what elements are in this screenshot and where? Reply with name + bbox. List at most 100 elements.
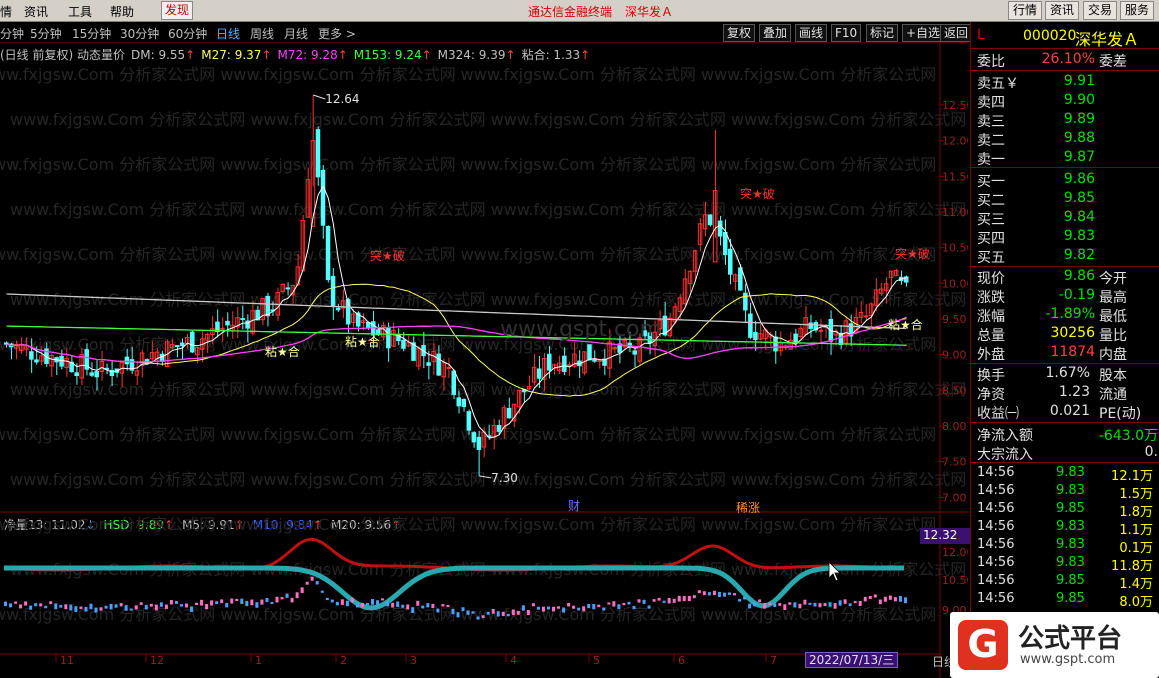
sub-bar: [501, 611, 505, 617]
top-button-quote[interactable]: 行情: [1008, 1, 1043, 20]
candlestick-chart[interactable]: www.fxjgsw.Com 分析家公式网 www.fxjgsw.Com 分析家…: [0, 42, 968, 678]
sub-bar: [682, 596, 686, 602]
period-toolbar: 分钟 5分钟 15分钟 30分钟 60分钟 日线 周线 月线 更多 > 复权 叠…: [0, 24, 973, 42]
sub-bar: [753, 602, 757, 607]
sub-bar: [451, 608, 455, 615]
sub-bar: [396, 601, 400, 608]
sub-bar: [94, 607, 98, 613]
tick-row: 14:56 9.83 12.1万: [977, 465, 1153, 484]
top-button-trade[interactable]: 交易: [1083, 1, 1118, 20]
period-5min[interactable]: 5分钟: [30, 25, 62, 42]
sub-bar: [873, 594, 877, 598]
sub-bar: [657, 597, 661, 601]
sub-bar: [371, 598, 375, 605]
sub-bar: [59, 604, 63, 608]
sub-bar: [456, 612, 460, 618]
period-weekly[interactable]: 周线: [250, 25, 274, 42]
candle-body: [59, 355, 64, 367]
sub-bar: [134, 605, 138, 610]
back-button[interactable]: 返回: [940, 24, 973, 42]
menu-tools[interactable]: 工具: [68, 3, 92, 20]
menu-quote[interactable]: 情: [0, 3, 12, 20]
sub-bar: [245, 600, 249, 607]
y-tick-label: 8.00: [942, 420, 967, 433]
chart-annotation: 突★破: [740, 186, 775, 201]
period-daily[interactable]: 日线: [216, 25, 240, 42]
period-15min[interactable]: 15分钟: [72, 25, 111, 42]
y-tick-label: 12.50: [942, 99, 968, 112]
sub-bar: [285, 593, 289, 598]
sub-bar: [19, 604, 23, 609]
sub-bar: [722, 592, 726, 597]
sub-bar: [868, 596, 872, 599]
quote-stat: 外盘 11874 内盘: [977, 344, 1127, 363]
quote-stat: 收益㈠ 0.021 PE(动): [977, 403, 1142, 422]
x-tick-label: 11: [60, 654, 74, 667]
sub-tick-label: 12.00: [942, 546, 968, 559]
period-1min[interactable]: 分钟: [0, 25, 24, 42]
candle-body: [562, 355, 567, 373]
sub-bar: [763, 602, 767, 609]
sub-bar: [200, 599, 204, 606]
f10-button[interactable]: F10: [831, 24, 862, 42]
sub-bar: [476, 616, 480, 620]
sub-bar: [426, 603, 430, 608]
candle-body: [386, 326, 391, 349]
period-30min[interactable]: 30分钟: [120, 25, 159, 42]
y-tick-label: 12.00: [942, 135, 968, 148]
sub-bar: [44, 605, 48, 609]
menu-bar: 情 资讯 工具 帮助 发现 通达信金融终端 深华发Ａ 行情 资讯 交易 服务: [0, 0, 1159, 22]
period-monthly[interactable]: 月线: [284, 25, 308, 42]
sub-bar: [526, 610, 530, 616]
sub-bar: [159, 602, 163, 607]
candle-body: [793, 333, 798, 343]
tick-row: 14:56 9.83 1.1万: [977, 519, 1153, 538]
sub-bar: [421, 605, 425, 609]
y-tick-label: 11.50: [942, 170, 968, 183]
sub-bar: [602, 607, 606, 611]
sub-bar: [843, 599, 847, 604]
sub-bar: [743, 596, 747, 600]
candle-body: [179, 342, 185, 347]
menu-discover[interactable]: 发现: [161, 1, 194, 20]
top-button-service[interactable]: 服务: [1120, 1, 1155, 20]
sub-bar: [833, 603, 837, 609]
sub-bar: [386, 601, 390, 607]
menu-help[interactable]: 帮助: [110, 3, 134, 20]
candle-body: [335, 307, 341, 311]
period-more[interactable]: 更多 >: [318, 25, 356, 42]
sub-bar: [808, 602, 812, 605]
sub-bar: [315, 581, 319, 585]
sub-bar: [853, 601, 857, 604]
y-tick-label: 11.00: [942, 206, 968, 219]
candle-body: [124, 356, 130, 365]
sub-bar: [144, 604, 148, 610]
sub-bar: [878, 599, 882, 605]
candles: [4, 94, 909, 476]
mark-button[interactable]: 标记: [866, 24, 899, 42]
draw-line-button[interactable]: 画线: [795, 24, 828, 42]
bid-level: 买二 9.85: [977, 190, 1095, 209]
y-tick-label: 10.50: [942, 242, 968, 255]
sub-bar: [637, 599, 641, 603]
top-button-news[interactable]: 资讯: [1045, 1, 1080, 20]
sub-bar: [647, 605, 651, 609]
sub-bar: [4, 601, 7, 607]
candle-body: [320, 169, 326, 226]
sub-bar: [652, 599, 656, 602]
webi-row: 委比 26.10% 委差: [977, 51, 1127, 70]
candle-body: [773, 336, 778, 352]
period-60min[interactable]: 60分钟: [168, 25, 207, 42]
restore-right-button[interactable]: 复权: [723, 24, 756, 42]
x-tick-label: 3: [410, 654, 417, 667]
x-tick-label: 7: [770, 654, 777, 667]
sub-bar: [169, 600, 173, 605]
sub-bar: [406, 604, 410, 610]
add-favorite-button[interactable]: +自选: [902, 24, 945, 42]
sub-bar: [687, 595, 691, 602]
y-tick-label: 9.00: [942, 349, 967, 362]
sub-bar: [883, 596, 887, 602]
overlay-button[interactable]: 叠加: [759, 24, 792, 42]
menu-news[interactable]: 资讯: [24, 3, 48, 20]
tick-row: 14:56 9.83 1.5万: [977, 483, 1153, 502]
